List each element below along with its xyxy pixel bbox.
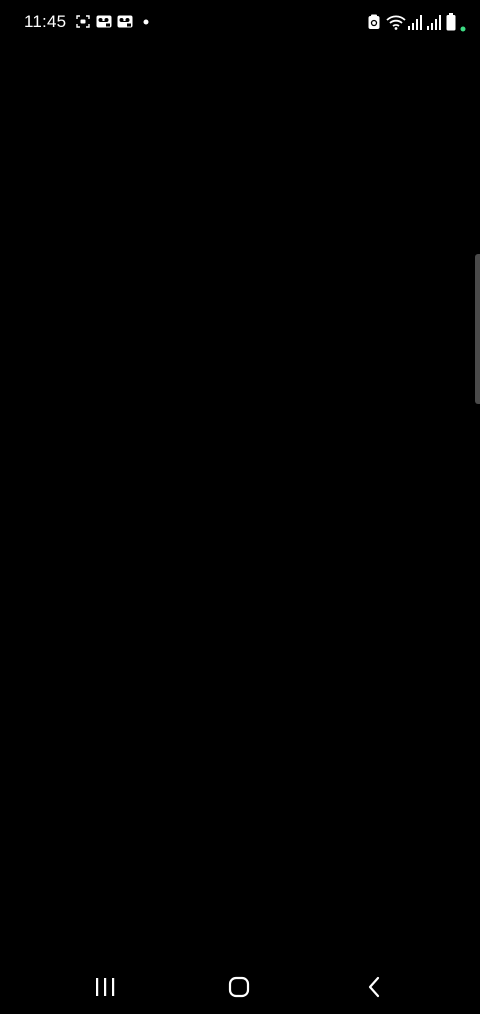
notification-dot-icon <box>143 19 149 25</box>
charging-indicator-icon <box>460 26 466 32</box>
home-button[interactable] <box>215 972 263 1002</box>
back-icon <box>366 976 382 998</box>
voicemail-icon <box>96 15 112 28</box>
voicemail-icon <box>117 15 133 28</box>
signal-sim2-icon <box>427 15 441 30</box>
recent-apps-icon <box>94 977 116 997</box>
app-screen <box>0 44 480 958</box>
battery-icon <box>446 13 456 31</box>
screen-record-icon <box>76 15 90 28</box>
status-time: 11:45 <box>24 12 67 31</box>
recent-apps-button[interactable] <box>81 972 129 1002</box>
wifi-icon <box>386 14 406 30</box>
signal-sim1-icon <box>408 15 422 30</box>
edge-panel-handle[interactable] <box>475 254 480 404</box>
back-button[interactable] <box>350 972 398 1002</box>
home-icon <box>228 976 250 998</box>
navigation-bar <box>0 958 480 1014</box>
nfc-icon <box>368 14 380 30</box>
status-bar: 11:45 <box>0 0 480 44</box>
